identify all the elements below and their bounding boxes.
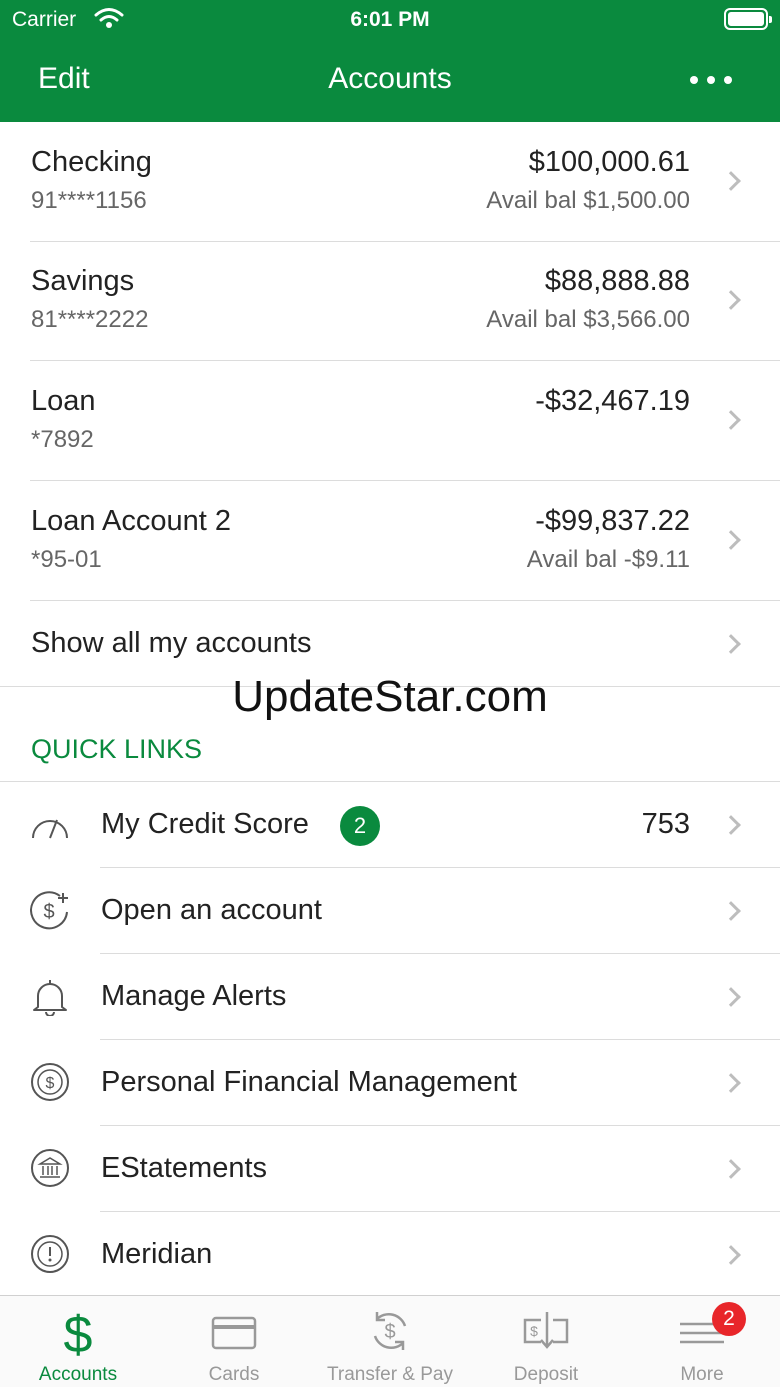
speedometer-icon (32, 819, 68, 839)
quick-link-meridian[interactable]: Meridian (0, 1212, 780, 1298)
svg-text:$: $ (64, 1306, 93, 1356)
account-balance: -$99,837.22 (535, 505, 690, 537)
account-name: Savings (31, 265, 135, 297)
nav-bar: Edit Accounts (0, 50, 780, 110)
quick-link-label: EStatements (101, 1152, 268, 1184)
tab-cards[interactable]: Cards (156, 1296, 312, 1387)
svg-text:$: $ (530, 1323, 538, 1339)
chevron-right-icon (721, 290, 741, 310)
quick-link-label: Meridian (101, 1238, 213, 1270)
watermark: UpdateStar.com (232, 672, 548, 721)
account-row-savings[interactable]: Savings 81****2222 $88,888.88 Avail bal … (0, 241, 780, 361)
account-name: Loan Account 2 (31, 505, 231, 537)
show-all-label: Show all my accounts (31, 627, 312, 659)
chevron-right-icon (721, 1159, 741, 1179)
dollar-circle-icon: $ (31, 1063, 69, 1101)
quick-link-label: Manage Alerts (101, 980, 287, 1012)
quick-link-label: My Credit Score (101, 808, 309, 840)
account-balance: $100,000.61 (528, 146, 690, 178)
chevron-right-icon (721, 410, 741, 430)
chevron-right-icon (721, 1073, 741, 1093)
account-number: 81****2222 (31, 306, 149, 333)
available-balance: Avail bal $3,566.00 (486, 306, 690, 333)
bank-icon (31, 1149, 69, 1187)
account-row-checking[interactable]: Checking 91****1156 $100,000.61 Avail ba… (0, 122, 780, 242)
chevron-right-icon (721, 815, 741, 835)
notification-badge: 2 (340, 806, 380, 846)
tab-accounts[interactable]: $ Accounts (0, 1296, 156, 1387)
tab-label: Accounts (38, 1364, 118, 1385)
account-row-loan-account-2[interactable]: Loan Account 2 *95-01 -$99,837.22 Avail … (0, 481, 780, 601)
card-icon (211, 1316, 257, 1350)
transfer-icon: $ (373, 1312, 407, 1350)
account-number: *95-01 (31, 546, 102, 573)
account-name: Loan (31, 385, 96, 417)
bell-icon (33, 980, 67, 1016)
svg-text:$: $ (43, 901, 54, 923)
clock: 6:01 PM (350, 8, 430, 31)
chevron-right-icon (721, 171, 741, 191)
check-deposit-icon: $ (523, 1312, 569, 1349)
dollar-icon: $ (64, 1306, 93, 1356)
edit-button[interactable]: Edit (38, 62, 90, 96)
tab-label: Transfer & Pay (326, 1364, 453, 1385)
tab-more[interactable]: 2 More (624, 1296, 780, 1387)
ellipsis-icon[interactable] (690, 66, 740, 94)
quick-link-personal-financial-management[interactable]: $ Personal Financial Management (0, 1040, 780, 1126)
notification-badge: 2 (712, 1302, 746, 1336)
quick-link-label: Personal Financial Management (101, 1066, 517, 1098)
chevron-right-icon (721, 901, 741, 921)
quick-link-label: Open an account (101, 894, 322, 926)
quick-link-estatements[interactable]: EStatements (0, 1126, 780, 1212)
tab-bar: $ Accounts Cards $ Transfer & Pay $ Depo… (0, 1295, 780, 1387)
account-name: Checking (31, 146, 152, 178)
quick-links-header: QUICK LINKS (31, 734, 203, 764)
status-bar: Carrier 6:01 PM (0, 0, 780, 40)
chevron-right-icon (721, 987, 741, 1007)
app-header: Carrier 6:01 PM Edit Accounts (0, 0, 780, 122)
page-title: Accounts (328, 62, 452, 95)
account-balance: -$32,467.19 (535, 385, 690, 417)
account-balance: $88,888.88 (544, 265, 690, 297)
account-number: *7892 (31, 426, 94, 453)
account-row-loan[interactable]: Loan *7892 -$32,467.19 (0, 361, 780, 481)
quick-link-open-account[interactable]: $ Open an account (0, 868, 780, 954)
chevron-right-icon (721, 1245, 741, 1265)
dollar-plus-icon: $ (30, 891, 68, 930)
account-number: 91****1156 (31, 187, 147, 214)
tab-label: Deposit (513, 1364, 579, 1385)
chevron-right-icon (721, 530, 741, 550)
tab-label: Cards (208, 1364, 260, 1385)
svg-text:$: $ (384, 1321, 395, 1343)
tab-transfer-pay[interactable]: $ Transfer & Pay (312, 1296, 468, 1387)
quick-link-manage-alerts[interactable]: Manage Alerts (0, 954, 780, 1040)
credit-score-value: 753 (641, 808, 690, 840)
available-balance: Avail bal $1,500.00 (486, 187, 690, 214)
svg-text:$: $ (46, 1075, 55, 1092)
tab-deposit[interactable]: $ Deposit (468, 1296, 624, 1387)
battery-icon (724, 8, 772, 30)
tab-label: More (680, 1364, 724, 1385)
chevron-right-icon (721, 634, 741, 654)
quick-link-credit-score[interactable]: My Credit Score 2 753 (0, 782, 780, 868)
available-balance: Avail bal -$9.11 (526, 546, 690, 573)
info-circle-icon (31, 1235, 69, 1273)
